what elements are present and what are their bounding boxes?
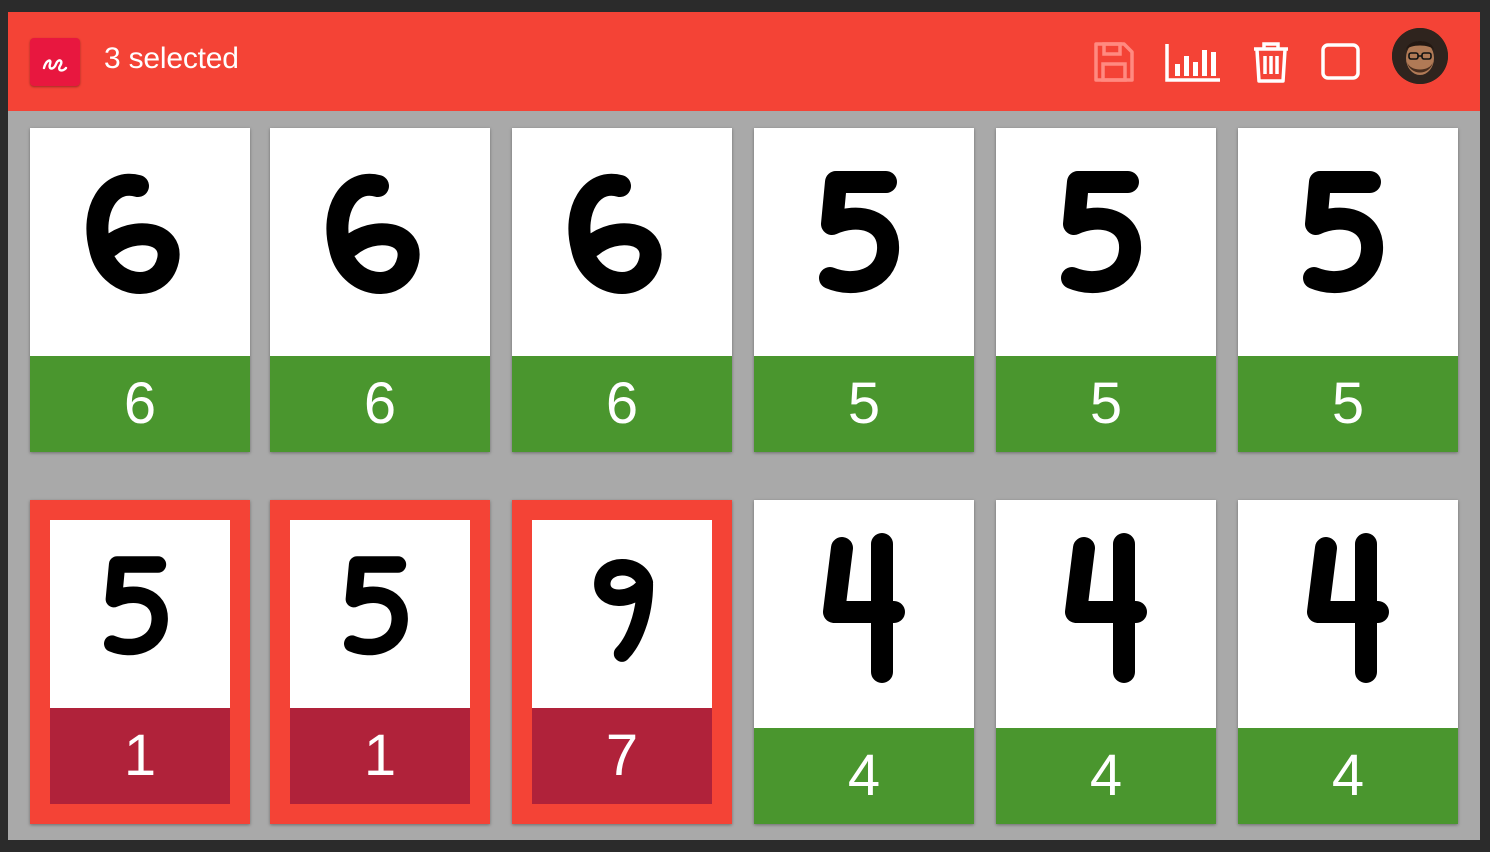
digit-image bbox=[754, 128, 974, 356]
digit-card[interactable]: 5 bbox=[1238, 128, 1458, 452]
predicted-label: 4 bbox=[996, 728, 1216, 824]
digit-image bbox=[996, 128, 1216, 356]
user-avatar[interactable] bbox=[1392, 28, 1448, 84]
stats-button[interactable] bbox=[1164, 40, 1222, 84]
digit-card[interactable]: 6 bbox=[30, 128, 250, 452]
bar-chart-icon bbox=[1165, 44, 1220, 82]
digit-card[interactable]: 1 bbox=[270, 500, 490, 824]
digit-image bbox=[1238, 128, 1458, 356]
digit-card[interactable]: 7 bbox=[512, 500, 732, 824]
digit-card[interactable]: 6 bbox=[512, 128, 732, 452]
predicted-label: 6 bbox=[270, 356, 490, 452]
digit-card[interactable]: 5 bbox=[996, 128, 1216, 452]
predicted-label: 5 bbox=[996, 356, 1216, 452]
digit-image bbox=[30, 128, 250, 356]
save-icon bbox=[1094, 42, 1134, 82]
predicted-label: 7 bbox=[532, 708, 712, 804]
app-window: 3 selected 6 6 6 5 5 5 1 1 7 4 4 4 bbox=[8, 12, 1480, 840]
digit-card[interactable]: 1 bbox=[30, 500, 250, 824]
digit-card[interactable]: 5 bbox=[754, 128, 974, 452]
app-logo-icon[interactable] bbox=[30, 38, 80, 86]
checkbox-icon bbox=[1321, 43, 1360, 80]
predicted-label: 6 bbox=[512, 356, 732, 452]
digit-card[interactable]: 4 bbox=[1238, 500, 1458, 824]
trash-icon bbox=[1254, 42, 1288, 83]
digit-grid: 666555117444 bbox=[8, 111, 1480, 840]
digit-card[interactable]: 6 bbox=[270, 128, 490, 452]
digit-card[interactable]: 4 bbox=[754, 500, 974, 824]
predicted-label: 1 bbox=[50, 708, 230, 804]
selection-count-title: 3 selected bbox=[104, 42, 239, 75]
digit-image bbox=[290, 520, 470, 708]
delete-button[interactable] bbox=[1250, 40, 1294, 84]
predicted-label: 4 bbox=[754, 728, 974, 824]
digit-image bbox=[270, 128, 490, 356]
digit-image bbox=[532, 520, 712, 708]
predicted-label: 5 bbox=[1238, 356, 1458, 452]
predicted-label: 5 bbox=[754, 356, 974, 452]
digit-image bbox=[754, 500, 974, 728]
digit-image bbox=[996, 500, 1216, 728]
save-button[interactable] bbox=[1092, 40, 1136, 84]
select-all-checkbox[interactable] bbox=[1320, 40, 1364, 84]
predicted-label: 6 bbox=[30, 356, 250, 452]
digit-card[interactable]: 4 bbox=[996, 500, 1216, 824]
top-bar: 3 selected bbox=[8, 12, 1480, 111]
digit-image bbox=[1238, 500, 1458, 728]
predicted-label: 1 bbox=[290, 708, 470, 804]
digit-image bbox=[512, 128, 732, 356]
predicted-label: 4 bbox=[1238, 728, 1458, 824]
digit-image bbox=[50, 520, 230, 708]
